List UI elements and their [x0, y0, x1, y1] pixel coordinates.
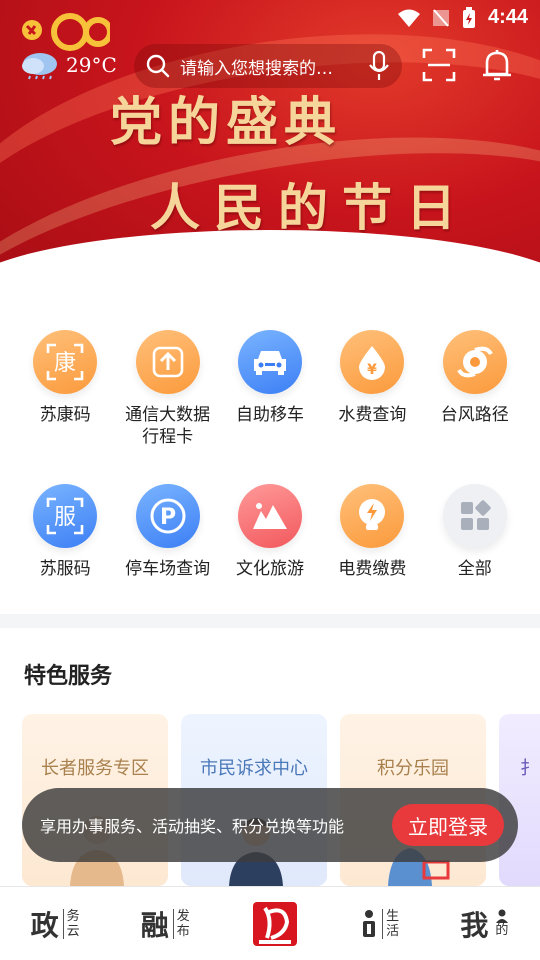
service-self-move-car[interactable]: 自助移车	[222, 330, 318, 448]
nav-item-release[interactable]: 融 发 布	[141, 904, 190, 944]
service-label: 苏康码	[39, 405, 91, 425]
person-icon	[496, 909, 509, 923]
nav-sublabel-2: 云	[66, 923, 80, 939]
cloud-rain-icon	[22, 53, 57, 80]
page-dot[interactable]	[289, 268, 295, 274]
page-dot[interactable]	[229, 268, 235, 274]
service-typhoon-path[interactable]: 台风路径	[427, 330, 523, 448]
nav-sublabel-1: 务	[66, 908, 80, 924]
status-bar: 4:44	[397, 6, 528, 29]
service-parking-lookup[interactable]: P 停车场查询	[120, 484, 216, 580]
no-signal-icon	[432, 8, 449, 27]
nav-label: 我	[460, 908, 489, 942]
service-sufuma[interactable]: 服 苏服码	[17, 484, 113, 580]
car-icon	[237, 330, 302, 394]
login-button[interactable]: 立即登录	[392, 804, 504, 846]
banner-pagination	[0, 268, 540, 274]
lightning-bulb-icon	[340, 484, 405, 548]
bell-icon[interactable]	[480, 48, 514, 82]
scan-icon[interactable]	[422, 48, 456, 82]
nav-item-life[interactable]: 生 活	[360, 908, 400, 939]
bottom-nav: 政 务 云 融 发 布 生 活 我 的	[0, 886, 540, 960]
page-dot[interactable]	[273, 268, 279, 274]
app-logo-icon[interactable]	[251, 900, 299, 948]
login-prompt-toast: 享用办事服务、活动抽奖、积分兑换等功能 立即登录	[22, 788, 518, 862]
nav-sublabel-1: 发	[176, 908, 190, 924]
svg-text:¥: ¥	[367, 362, 377, 378]
nav-sublabel-2: 活	[386, 923, 400, 939]
service-label: 停车场查询	[125, 559, 211, 579]
card-label: 长者服务专区	[41, 758, 149, 779]
svg-text:服: 服	[54, 505, 76, 530]
fu-icon: 服	[33, 484, 98, 548]
card-label: 扌	[520, 758, 538, 779]
nav-sublabel-2: 的	[495, 923, 509, 938]
search-input[interactable]: 请输入您想搜索的…	[180, 54, 358, 79]
services-row: 康 苏康码 通信大数据 行程卡 自助移车 ¥ 水费查询 台风路径	[0, 330, 540, 448]
banner-subtitle: 人民的节日	[150, 178, 470, 237]
upload-arrow-icon	[135, 330, 200, 394]
weather-widget[interactable]: 29°C	[20, 50, 117, 80]
nav-item-gov-cloud[interactable]: 政 务 云	[31, 904, 80, 944]
service-label: 电费缴费	[338, 559, 407, 579]
nav-sublabel-1: 生	[386, 908, 400, 924]
services-row: 服 苏服码 P 停车场查询 文化旅游 电费缴费 全部	[0, 484, 540, 580]
nav-item-mine[interactable]: 我 的	[460, 904, 509, 944]
nav-sublabel: 务 云	[62, 908, 80, 939]
service-all[interactable]: 全部	[427, 484, 523, 580]
section-divider	[0, 614, 540, 628]
card-label: 市民诉求中心	[200, 758, 308, 779]
kang-icon: 康	[33, 330, 98, 394]
search-bar[interactable]: 请输入您想搜索的…	[134, 44, 402, 88]
typhoon-icon	[442, 330, 507, 394]
nav-sublabel: 的	[492, 909, 509, 938]
mic-icon[interactable]	[368, 51, 390, 81]
parking-icon: P	[135, 484, 200, 548]
svg-text:P: P	[160, 505, 176, 530]
toast-message: 享用办事服务、活动抽奖、积分兑换等功能	[40, 817, 345, 836]
service-electric-bill[interactable]: 电费缴费	[324, 484, 420, 580]
card-label: 积分乐园	[377, 758, 449, 779]
service-culture-tourism[interactable]: 文化旅游	[222, 484, 318, 580]
clock: 4:44	[487, 6, 528, 28]
svg-text:康: 康	[54, 351, 76, 376]
services-grid: 康 苏康码 通信大数据 行程卡 自助移车 ¥ 水费查询 台风路径 服 苏服码 P…	[0, 330, 540, 580]
search-icon	[146, 54, 170, 78]
mountain-icon	[237, 484, 302, 548]
life-icon	[363, 909, 376, 937]
service-label: 通信大数据 行程卡	[125, 405, 211, 447]
service-water-bill[interactable]: ¥ 水费查询	[324, 330, 420, 448]
nav-label: 政	[30, 908, 59, 942]
nav-label: 融	[140, 908, 169, 942]
service-label: 全部	[457, 559, 492, 579]
section-title: 特色服务	[24, 664, 113, 689]
service-label: 文化旅游	[235, 559, 304, 579]
banner-title: 党的盛典	[110, 92, 343, 153]
page-dot-active[interactable]	[245, 268, 263, 274]
battery-icon	[462, 6, 475, 28]
service-label: 苏服码	[39, 559, 91, 579]
water-drop-icon: ¥	[340, 330, 405, 394]
service-sukangma[interactable]: 康 苏康码	[17, 330, 113, 448]
service-itinerary-card[interactable]: 通信大数据 行程卡	[120, 330, 216, 448]
all-grid-icon	[442, 484, 507, 548]
service-label: 台风路径	[440, 405, 509, 425]
nav-sublabel-2: 布	[176, 923, 190, 939]
nav-sublabel: 发 布	[172, 908, 190, 939]
nav-sublabel: 生 活	[382, 908, 400, 939]
service-label: 水费查询	[338, 405, 407, 425]
page-dot[interactable]	[305, 268, 311, 274]
service-label: 自助移车	[235, 405, 304, 425]
temperature: 29°C	[66, 53, 117, 77]
wifi-icon	[397, 9, 420, 27]
